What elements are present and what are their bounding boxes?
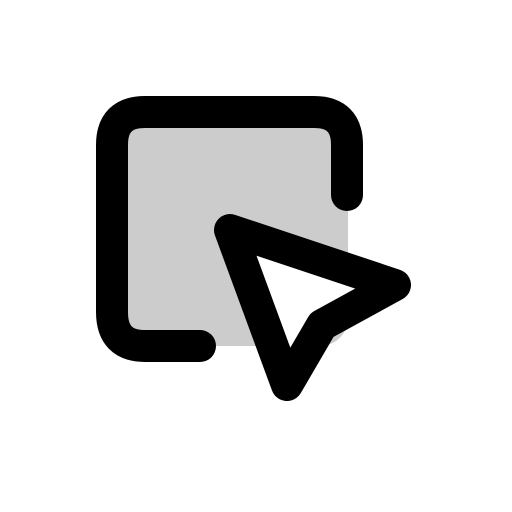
select-area-cursor-icon (96, 96, 411, 401)
icon-canvas (0, 0, 512, 512)
